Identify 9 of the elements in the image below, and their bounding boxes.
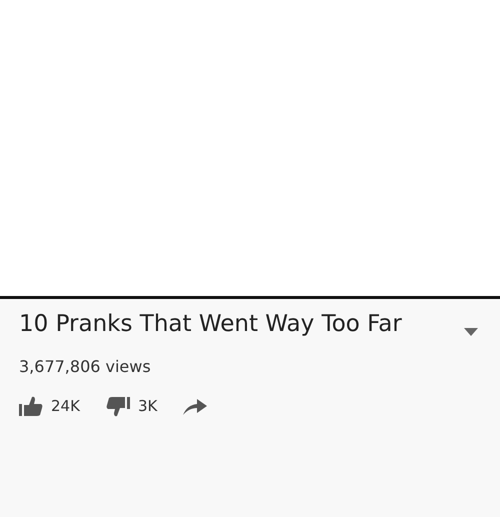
share-button[interactable]: [183, 397, 208, 416]
dislike-button[interactable]: 3K: [106, 395, 158, 418]
thumbs-up-icon: [19, 396, 43, 417]
thumbs-down-icon: [106, 396, 130, 417]
video-title: 10 Pranks That Went Way Too Far: [19, 310, 402, 339]
like-button[interactable]: 24K: [19, 395, 80, 418]
caret-icon: [464, 328, 478, 336]
share-icon: [183, 397, 208, 416]
view-count: 3,677,806 views: [19, 356, 152, 378]
